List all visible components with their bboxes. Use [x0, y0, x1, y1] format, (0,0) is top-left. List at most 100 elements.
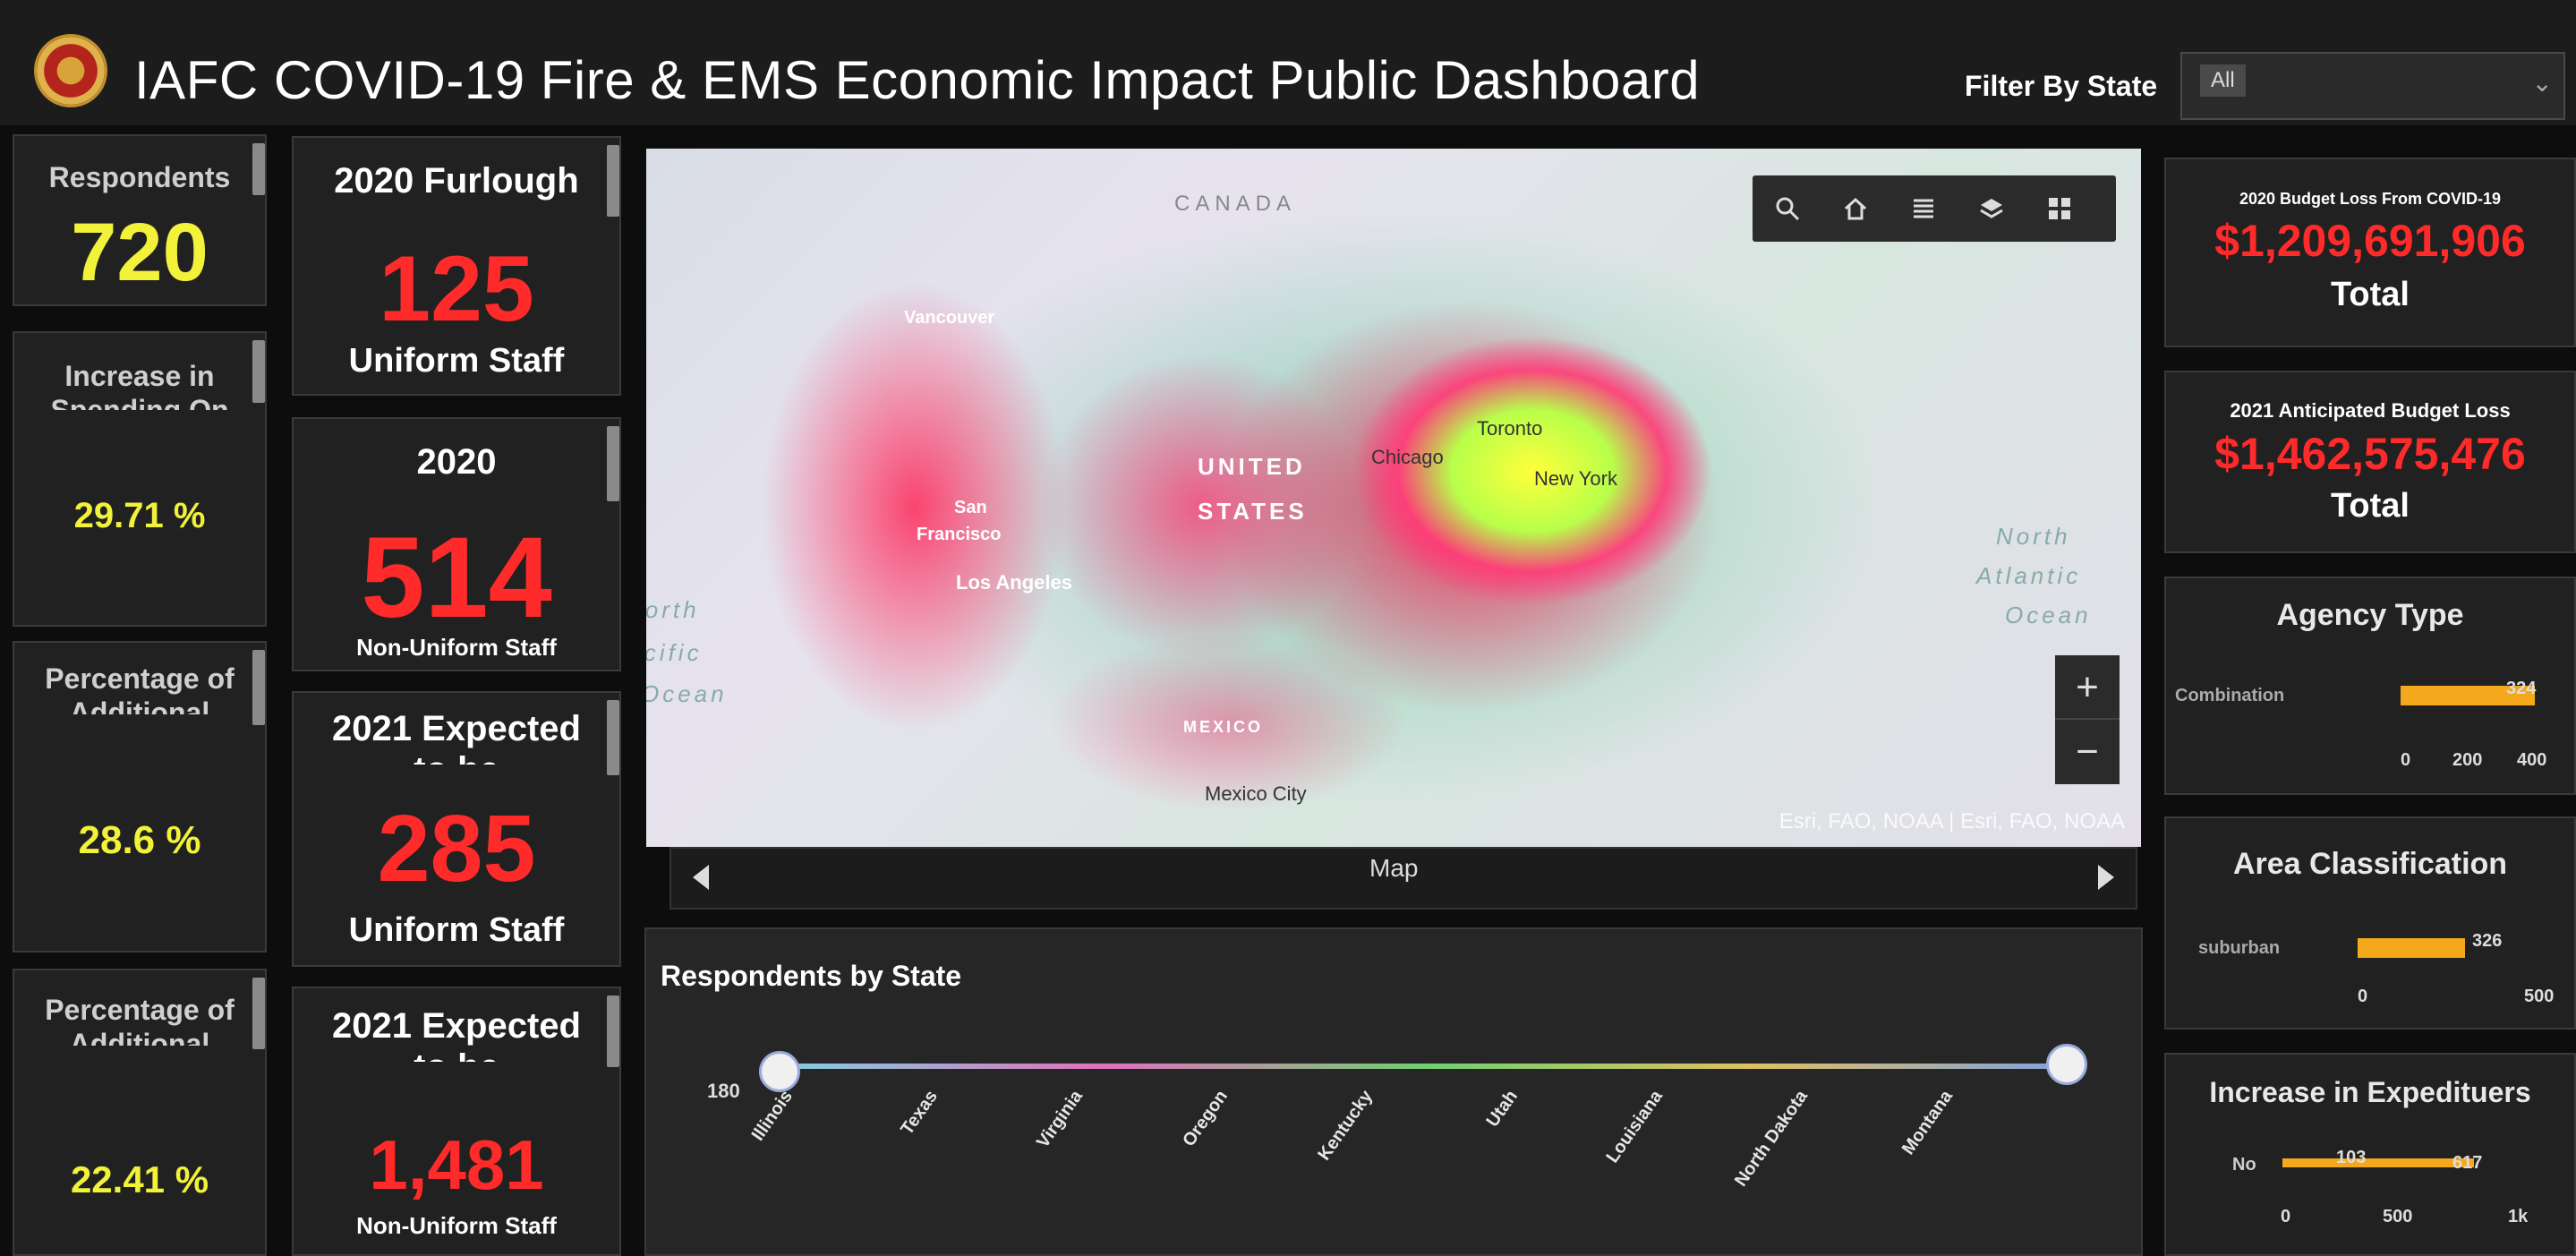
additional-label-2: Additional	[69, 1028, 210, 1046]
state-tick-label: Texas	[897, 1087, 943, 1139]
state-filter-value: All	[2200, 64, 2246, 97]
expected-2021-title-1: 2021 Expected	[332, 709, 581, 748]
expenditure-no-bar[interactable]	[2282, 1158, 2313, 1167]
map-label-los-angeles: Los Angeles	[956, 571, 1072, 594]
chevron-down-icon: ⌄	[2531, 69, 2553, 97]
additional-pct-card-1: Percentage of Additional 28.6 %	[13, 641, 267, 953]
map-label-new-york: New York	[1534, 467, 1617, 490]
scrollbar[interactable]	[252, 340, 265, 403]
scrollbar[interactable]	[607, 145, 619, 217]
expenditure-axis-500: 500	[2383, 1207, 2413, 1226]
respondents-label: Respondents	[48, 161, 231, 193]
expenditure-increase-chart: Increase in Expedituers No 103 617 0 500…	[2164, 1053, 2576, 1256]
map-label-north-pacific-1: North	[646, 596, 700, 623]
expected-2021-uniform-sub: Uniform Staff	[348, 911, 565, 949]
map-label-san: San	[954, 498, 987, 517]
state-tick-label: Illinois	[747, 1087, 798, 1145]
basemap-gallery-icon[interactable]	[2037, 186, 2082, 231]
scrollbar[interactable]	[607, 426, 619, 501]
filter-label: Filter By State	[1965, 70, 2158, 102]
iafc-logo-icon	[34, 34, 107, 107]
state-tick-label: Utah	[1482, 1087, 1523, 1132]
scrollbar[interactable]	[607, 995, 619, 1067]
map-label-canada: CANADA	[1174, 192, 1297, 216]
scrollbar[interactable]	[252, 650, 265, 725]
respondents-value: 720	[71, 207, 209, 298]
scrollbar[interactable]	[252, 978, 265, 1049]
additional-pct-card-2: Percentage of Additional 22.41 %	[13, 969, 267, 1256]
scrollbar[interactable]	[607, 700, 619, 775]
prev-arrow-icon[interactable]	[693, 865, 709, 890]
area-axis-500: 500	[2524, 987, 2555, 1006]
expected-2021-uniform-card: 2021 Expected to be 285 Uniform Staff	[292, 691, 621, 967]
list-icon[interactable]	[1901, 186, 1946, 231]
area-classification-chart: Area Classification suburban 326 0 500	[2164, 816, 2576, 1030]
map-label-states: STATES	[1198, 498, 1308, 525]
map-tab[interactable]: Map	[1369, 854, 1418, 883]
agency-axis-0: 0	[2401, 750, 2411, 770]
map-attribution: Esri, FAO, NOAA | Esri, FAO, NOAA	[1778, 809, 2125, 833]
state-tick-label: Kentucky	[1314, 1087, 1378, 1165]
home-icon[interactable]	[1833, 186, 1878, 231]
expenditure-no-value: 103	[2336, 1148, 2367, 1167]
zoom-in-button[interactable]: +	[2055, 655, 2120, 720]
area-classification-bar-value: 326	[2472, 931, 2503, 951]
area-axis-0: 0	[2358, 987, 2368, 1006]
agency-axis-400: 400	[2517, 750, 2547, 770]
area-classification-title: Area Classification	[2232, 847, 2508, 881]
map-toolbar	[1753, 175, 2116, 242]
budget-loss-2020-value: $1,209,691,906	[2214, 216, 2526, 266]
state-filter-select[interactable]: All ⌄	[2180, 52, 2565, 120]
map-label-toronto: Toronto	[1477, 417, 1543, 440]
agency-type-title: Agency Type	[2276, 598, 2464, 632]
expenditure-axis-0: 0	[2281, 1207, 2291, 1226]
heatmap-layer	[646, 149, 2141, 847]
map-label-francisco: Francisco	[917, 525, 1002, 544]
budget-loss-2021-title: 2021 Anticipated Budget Loss	[2230, 399, 2511, 422]
state-tick-label: Louisiana	[1602, 1087, 1668, 1167]
spending-label-1: Increase in	[64, 360, 215, 392]
search-icon[interactable]	[1765, 186, 1810, 231]
budget-loss-2020-title: 2020 Budget Loss From COVID-19	[2239, 190, 2502, 208]
expected-2021-nonuniform-card: 2021 Expected to be 1,481 Non-Uniform St…	[292, 987, 621, 1256]
respondents-by-state-chart: Respondents by State 180 Illinois Texas Vi…	[644, 927, 2143, 1256]
budget-loss-2021-value: $1,462,575,476	[2214, 429, 2526, 479]
furlough-2020-nonuniform-card: 2020 514 Non-Uniform Staff	[292, 417, 621, 671]
area-classification-bar[interactable]	[2358, 938, 2465, 958]
map-view[interactable]: CANADA Vancouver UNITED STATES Chicago T…	[646, 149, 2141, 847]
map-label-north-atlantic-3: Ocean	[2005, 602, 2092, 628]
state-axis-labels: Illinois Texas Virginia Oregon Kentucky Utah L…	[646, 929, 2141, 1254]
map-label-united: UNITED	[1198, 453, 1306, 480]
expenditure-yes-value: 617	[2452, 1153, 2483, 1173]
budget-loss-2020-card: 2020 Budget Loss From COVID-19 $1,209,69…	[2164, 158, 2576, 347]
additional-value-1: 28.6 %	[78, 818, 201, 862]
additional-label-1: Percentage of	[45, 662, 235, 695]
expenditure-no-label: No	[2232, 1155, 2256, 1175]
spending-value: 29.71 %	[73, 496, 206, 535]
additional-label-2: Additional	[69, 696, 210, 714]
expected-2021-title-2: to be	[294, 750, 619, 765]
state-tick-label: Oregon	[1179, 1087, 1233, 1150]
furlough-2020-uniform-card: 2020 Furlough 125 Uniform Staff	[292, 136, 621, 396]
spending-increase-card: Increase in Spending On 29.71 %	[13, 331, 267, 627]
agency-type-chart: Agency Type Combination 324 0 200 400	[2164, 577, 2576, 795]
state-tick-label: North Dakota	[1730, 1087, 1813, 1191]
next-arrow-icon[interactable]	[2098, 865, 2114, 890]
respondents-card: Respondents 720	[13, 134, 267, 306]
map-label-north-atlantic-2: Atlantic	[1976, 562, 2082, 589]
scrollbar[interactable]	[252, 143, 265, 195]
spending-label-2: Spending On	[50, 394, 229, 410]
expected-2021-nonuniform-sub: Non-Uniform Staff	[356, 1212, 557, 1239]
zoom-control: + −	[2055, 655, 2120, 784]
budget-loss-2021-card: 2021 Anticipated Budget Loss $1,462,575,…	[2164, 371, 2576, 553]
furlough-2020-uniform-value: 125	[379, 237, 534, 341]
expected-2021-uniform-value: 285	[377, 796, 536, 901]
furlough-2020-uniform-sub: Uniform Staff	[348, 342, 565, 380]
map-label-vancouver: Vancouver	[904, 308, 995, 328]
furlough-2020-nonuniform-value: 514	[361, 514, 552, 642]
state-tick-label: Virginia	[1033, 1087, 1088, 1152]
zoom-out-button[interactable]: −	[2055, 720, 2120, 784]
furlough-2020-nonuniform-title: 2020	[416, 442, 497, 482]
map-tab-bar: Map	[670, 847, 2137, 910]
layers-icon[interactable]	[1969, 186, 2014, 231]
